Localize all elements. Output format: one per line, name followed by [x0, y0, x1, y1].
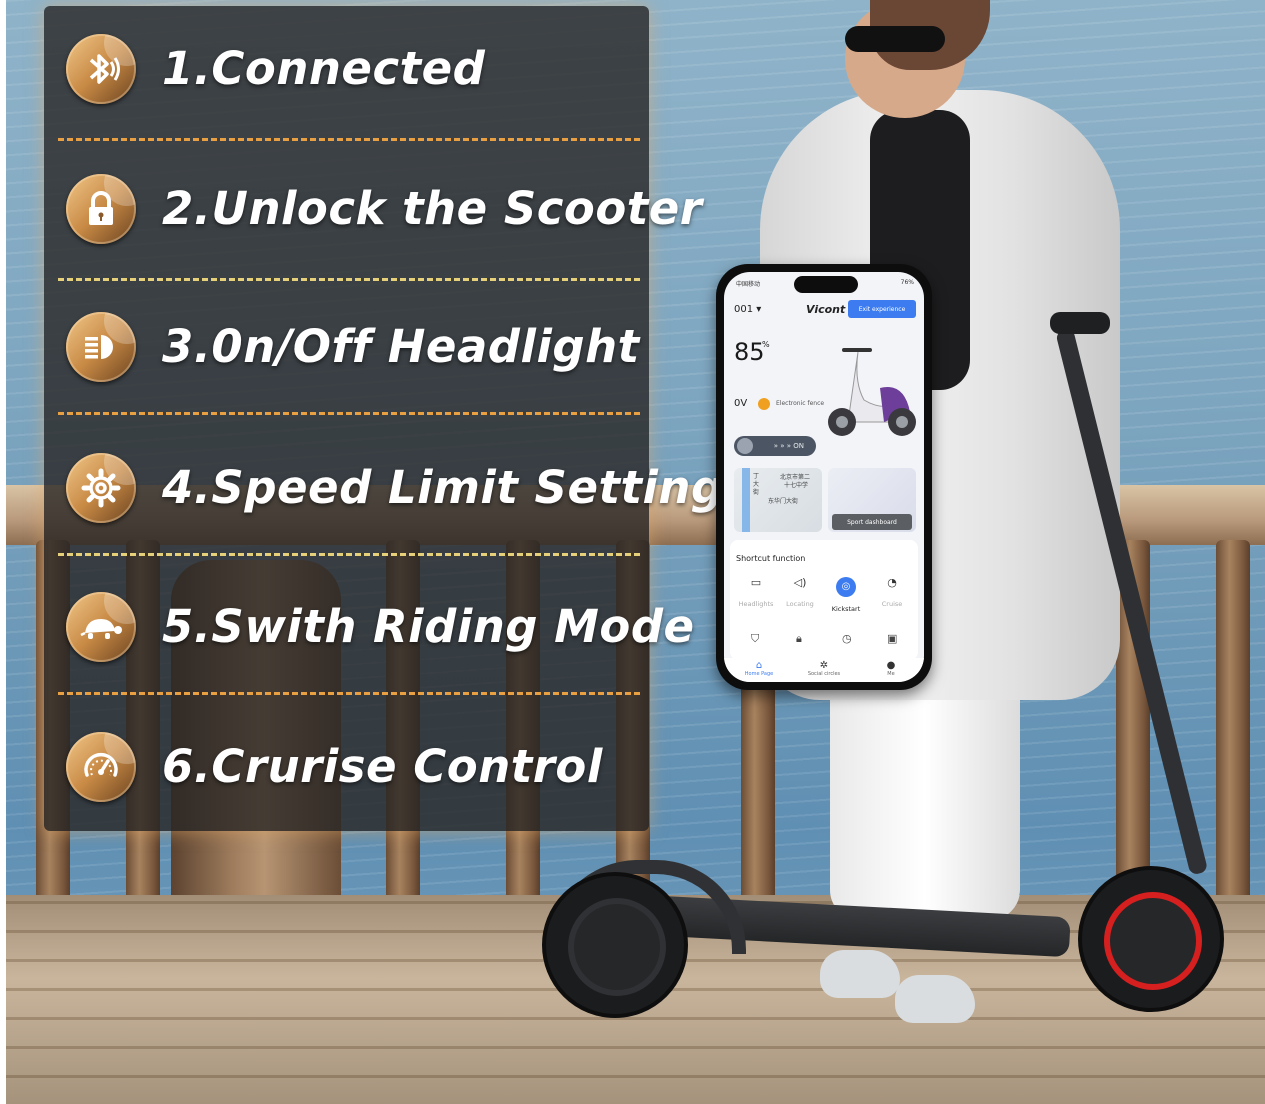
scooter-illustration — [828, 348, 916, 436]
dynamic-island — [794, 276, 858, 293]
headlight-icon: ▭ — [750, 576, 762, 589]
sport-dashboard-button[interactable]: Sport dashboard — [832, 514, 912, 530]
shortcut-kickstart[interactable]: ◎ Kickstart — [826, 574, 866, 613]
headlight-icon — [66, 312, 136, 382]
speed-icon[interactable]: ◷ — [842, 632, 852, 645]
power-icon[interactable] — [737, 438, 753, 454]
dashed-divider — [58, 278, 640, 281]
tab-social[interactable]: ✲ Social circles — [799, 660, 849, 677]
feature-connected: 1.Connected — [44, 8, 649, 128]
front-wheel — [1078, 866, 1224, 1012]
power-label: » » » ON — [773, 442, 804, 450]
bluetooth-icon — [66, 34, 136, 104]
map-card[interactable]: 北京市第二 十七中学 东华门大街 丁 大 街 — [734, 468, 822, 532]
shortcut-locating[interactable]: ◁) Locating — [780, 576, 820, 608]
gear-icon — [66, 453, 136, 523]
speedometer-icon — [66, 732, 136, 802]
feature-unlock: 2.Unlock the Scooter — [44, 148, 702, 268]
shield-icon[interactable]: ⛉ — [751, 632, 759, 646]
trash-icon[interactable]: ▣ — [887, 632, 897, 645]
lock-icon[interactable]: 🔒︎ — [796, 632, 802, 646]
feature-label: 1.Connected — [162, 41, 486, 95]
sunglasses — [845, 26, 945, 52]
user-icon: ● — [886, 660, 896, 671]
rear-wheel — [542, 872, 688, 1018]
dashed-divider — [58, 553, 640, 556]
tab-home[interactable]: ⌂ Home Page — [734, 660, 784, 677]
turtle-icon — [66, 592, 136, 662]
feature-label: 3.0n/Off Headlight — [162, 319, 640, 373]
handlebar — [1050, 312, 1110, 334]
app-screen: 中国移动 76% 001 ▾ Vicont Exit experience 85… — [724, 272, 924, 682]
battery-value: 85 — [734, 338, 765, 366]
dashed-divider — [58, 692, 640, 695]
feature-speed-limit: 4.Speed Limit Setting — [44, 427, 723, 547]
exit-experience-button[interactable]: Exit experience — [848, 300, 916, 318]
map-label: 东华门大街 — [768, 498, 799, 505]
map-label: 十七中学 — [784, 482, 809, 489]
speaker-icon: ◁) — [793, 576, 807, 589]
shortcut-cruise[interactable]: ◔ Cruise — [872, 576, 912, 608]
feature-label: 5.Swith Riding Mode — [162, 599, 695, 653]
smartphone: 中国移动 76% 001 ▾ Vicont Exit experience 85… — [716, 264, 932, 690]
fence-icon — [758, 398, 770, 410]
battery-unit: % — [762, 340, 770, 349]
shortcut-headlights[interactable]: ▭ Headlights — [736, 576, 776, 608]
feature-label: 6.Crurise Control — [162, 739, 603, 793]
tab-me[interactable]: ● Me — [866, 660, 916, 677]
dashed-divider — [58, 412, 640, 415]
feature-label: 4.Speed Limit Setting — [162, 460, 724, 514]
feature-headlight: 3.0n/Off Headlight — [44, 286, 649, 406]
shortcut-title: Shortcut function — [736, 554, 806, 563]
feature-riding-mode: 5.Swith Riding Mode — [44, 566, 694, 686]
railing-post — [1216, 540, 1250, 920]
feature-label: 2.Unlock the Scooter — [162, 181, 703, 235]
dashed-divider — [58, 138, 640, 141]
fence-label[interactable]: Electronic fence — [776, 400, 824, 407]
social-icon: ✲ — [819, 660, 829, 671]
kickstart-icon: ◎ — [836, 577, 856, 597]
feature-cruise-control: 6.Crurise Control — [44, 706, 649, 826]
padlock-icon — [66, 174, 136, 244]
map-label: 街 — [753, 489, 760, 496]
status-carrier: 中国移动 — [736, 281, 761, 288]
cruise-icon: ◔ — [887, 576, 897, 589]
device-selector[interactable]: 001 ▾ — [734, 304, 761, 315]
status-battery: 76% — [900, 279, 914, 286]
app-brand: Vicont — [806, 303, 846, 316]
home-icon: ⌂ — [755, 660, 763, 671]
voltage-value: 0V — [734, 398, 748, 409]
